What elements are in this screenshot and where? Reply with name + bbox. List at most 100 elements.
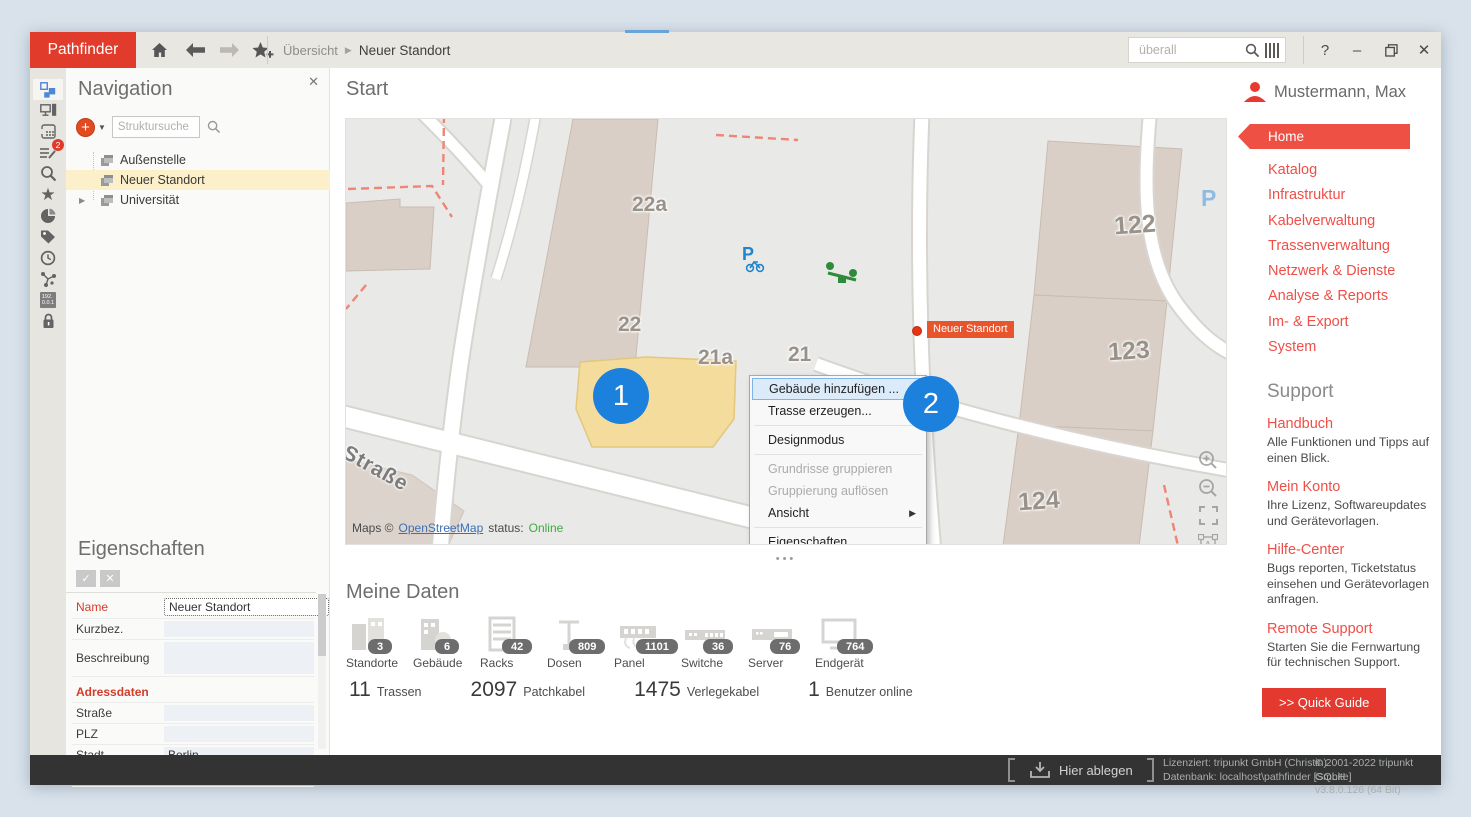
back-button[interactable]: [178, 32, 212, 68]
tree-item-universitaet[interactable]: ▶ Universität: [66, 190, 330, 210]
structure-search-icon[interactable]: [207, 120, 221, 134]
quick-guide-button[interactable]: >> Quick Guide: [1262, 688, 1386, 717]
sidebar-item-infrastruktur[interactable]: Infrastruktur: [1268, 183, 1441, 208]
breadcrumb-parent[interactable]: Übersicht: [283, 43, 338, 58]
property-row-strasse: Straße: [72, 703, 314, 724]
menu-item-designmodus[interactable]: Designmodus: [752, 429, 924, 451]
property-value[interactable]: [164, 642, 314, 674]
pie-chart-icon: [40, 208, 56, 224]
minimize-button[interactable]: –: [1341, 32, 1373, 68]
support-link[interactable]: Remote Support: [1267, 621, 1435, 637]
floorplan-icon: [40, 124, 57, 139]
map-zoom-out-button[interactable]: [1197, 477, 1219, 498]
menu-item-eigenschaften[interactable]: Eigenschaften...: [752, 531, 924, 545]
navigation-close-icon[interactable]: ✕: [308, 74, 319, 90]
map-select-area-button[interactable]: A: [1197, 533, 1219, 545]
status-bar: Hier ablegen Lizenziert: tripunkt GmbH (…: [30, 755, 1441, 785]
app-menu-button[interactable]: Pathfinder: [30, 32, 136, 68]
submenu-arrow-icon: ▶: [909, 502, 916, 524]
properties-scrollbar[interactable]: [318, 594, 326, 749]
structure-tree: Außenstelle Neuer Standort ▶ Universität: [66, 150, 330, 210]
stat-count-badge: 42: [502, 639, 532, 654]
menu-separator: [754, 425, 922, 426]
navigation-panel: Navigation ✕ + ▼ Außenstelle Neuer Stand…: [66, 68, 330, 530]
tool-ip-addresses[interactable]: 192.0.0.1: [33, 289, 63, 310]
panel-splitter-handle[interactable]: •••: [345, 553, 1227, 565]
property-name-input[interactable]: [164, 598, 329, 616]
global-search-input[interactable]: [1137, 42, 1245, 58]
add-favorite-button[interactable]: [246, 32, 280, 68]
property-value[interactable]: [164, 621, 314, 637]
support-link[interactable]: Mein Konto: [1267, 479, 1435, 495]
barcode-scan-icon[interactable]: [1265, 43, 1280, 58]
map-context-menu: Gebäude hinzufügen ... Trasse erzeugen..…: [749, 375, 927, 545]
property-row-kurzbez: Kurzbez.: [72, 619, 314, 640]
map-fit-view-button[interactable]: [1197, 505, 1219, 526]
properties-title: Eigenschaften: [78, 538, 205, 561]
sidebar-item-analyse-reports[interactable]: Analyse & Reports: [1268, 284, 1441, 309]
tool-workstation[interactable]: [33, 100, 63, 121]
tool-network[interactable]: [33, 268, 63, 289]
drop-download-icon: [1029, 761, 1051, 779]
map-zoom-in-button[interactable]: [1197, 449, 1219, 470]
properties-panel: Eigenschaften ✓ ✕ Name Kurzbez. Beschrei…: [66, 530, 330, 755]
map-canvas[interactable]: P 22a 122 22 123 21a 21 124 Straße P: [345, 118, 1227, 545]
site-marker-dot[interactable]: [912, 326, 922, 336]
sidebar-item-katalog[interactable]: Katalog: [1268, 158, 1441, 183]
forward-arrow-icon: [220, 43, 239, 57]
support-mein-konto: Mein Konto Ihre Lizenz, Softwareupdates …: [1267, 479, 1435, 529]
structure-search-input[interactable]: [112, 116, 200, 138]
sidebar-item-trassenverwaltung[interactable]: Trassenverwaltung: [1268, 234, 1441, 259]
scrollbar-thumb[interactable]: [318, 594, 326, 656]
close-button[interactable]: ✕: [1408, 32, 1440, 68]
site-marker-label[interactable]: Neuer Standort: [927, 321, 1014, 338]
tool-security[interactable]: [33, 310, 63, 331]
main-content: Start: [330, 68, 1235, 755]
forward-button[interactable]: [212, 32, 246, 68]
tool-search[interactable]: [33, 163, 63, 184]
menu-item-trasse-erzeugen[interactable]: Trasse erzeugen...: [752, 400, 924, 422]
tool-favorites[interactable]: ★: [33, 184, 63, 205]
openstreetmap-link[interactable]: OpenStreetMap: [399, 521, 484, 535]
restore-button[interactable]: [1375, 32, 1407, 68]
sidebar-item-im-export[interactable]: Im- & Export: [1268, 310, 1441, 335]
property-value[interactable]: [164, 705, 314, 721]
map-label-122: 122: [1113, 210, 1157, 242]
property-value[interactable]: [164, 726, 314, 742]
tool-tasks[interactable]: 2: [33, 142, 63, 163]
expander-icon[interactable]: ▶: [79, 196, 85, 205]
menu-item-grundrisse-gruppieren: Grundrisse gruppieren: [752, 458, 924, 480]
help-button[interactable]: ?: [1309, 32, 1341, 68]
menu-item-gebaeude-hinzufuegen[interactable]: Gebäude hinzufügen ...: [752, 378, 924, 400]
tool-tags[interactable]: [33, 226, 63, 247]
drop-zone[interactable]: Hier ablegen: [1008, 757, 1154, 783]
tool-topology[interactable]: [33, 79, 63, 100]
tool-reports[interactable]: [33, 205, 63, 226]
apply-button[interactable]: ✓: [76, 570, 96, 587]
annotation-callout-1: 1: [593, 368, 649, 424]
sidebar-item-home-active[interactable]: Home: [1238, 124, 1410, 149]
tree-item-aussenstelle[interactable]: Außenstelle: [66, 150, 330, 170]
tool-history[interactable]: [33, 247, 63, 268]
site-icon: [100, 194, 114, 207]
sidebar-item-kabelverwaltung[interactable]: Kabelverwaltung: [1268, 209, 1441, 234]
sidebar-item-system[interactable]: System: [1268, 335, 1441, 360]
meine-daten-title: Meine Daten: [346, 581, 459, 604]
support-link[interactable]: Hilfe-Center: [1267, 542, 1435, 558]
add-dropdown-caret-icon[interactable]: ▼: [98, 123, 106, 132]
tree-item-neuer-standort[interactable]: Neuer Standort: [66, 170, 330, 190]
discard-button[interactable]: ✕: [100, 570, 120, 587]
search-icon: [40, 165, 57, 182]
menu-item-ansicht[interactable]: Ansicht▶: [752, 502, 924, 524]
stat-count-badge: 3: [368, 639, 392, 654]
support-desc: Alle Funktionen und Tipps auf einen Blic…: [1267, 435, 1435, 466]
search-icon[interactable]: [1245, 43, 1260, 58]
user-account[interactable]: Mustermann, Max: [1243, 81, 1441, 103]
properties-toolbar: ✓ ✕: [76, 570, 120, 587]
support-desc: Starten Sie die Fernwartung für technisc…: [1267, 640, 1435, 671]
add-structure-button[interactable]: +: [76, 118, 95, 137]
home-button[interactable]: [142, 32, 176, 68]
map-label-123: 123: [1107, 336, 1151, 368]
sidebar-item-netzwerk-dienste[interactable]: Netzwerk & Dienste: [1268, 259, 1441, 284]
support-link[interactable]: Handbuch: [1267, 416, 1435, 432]
